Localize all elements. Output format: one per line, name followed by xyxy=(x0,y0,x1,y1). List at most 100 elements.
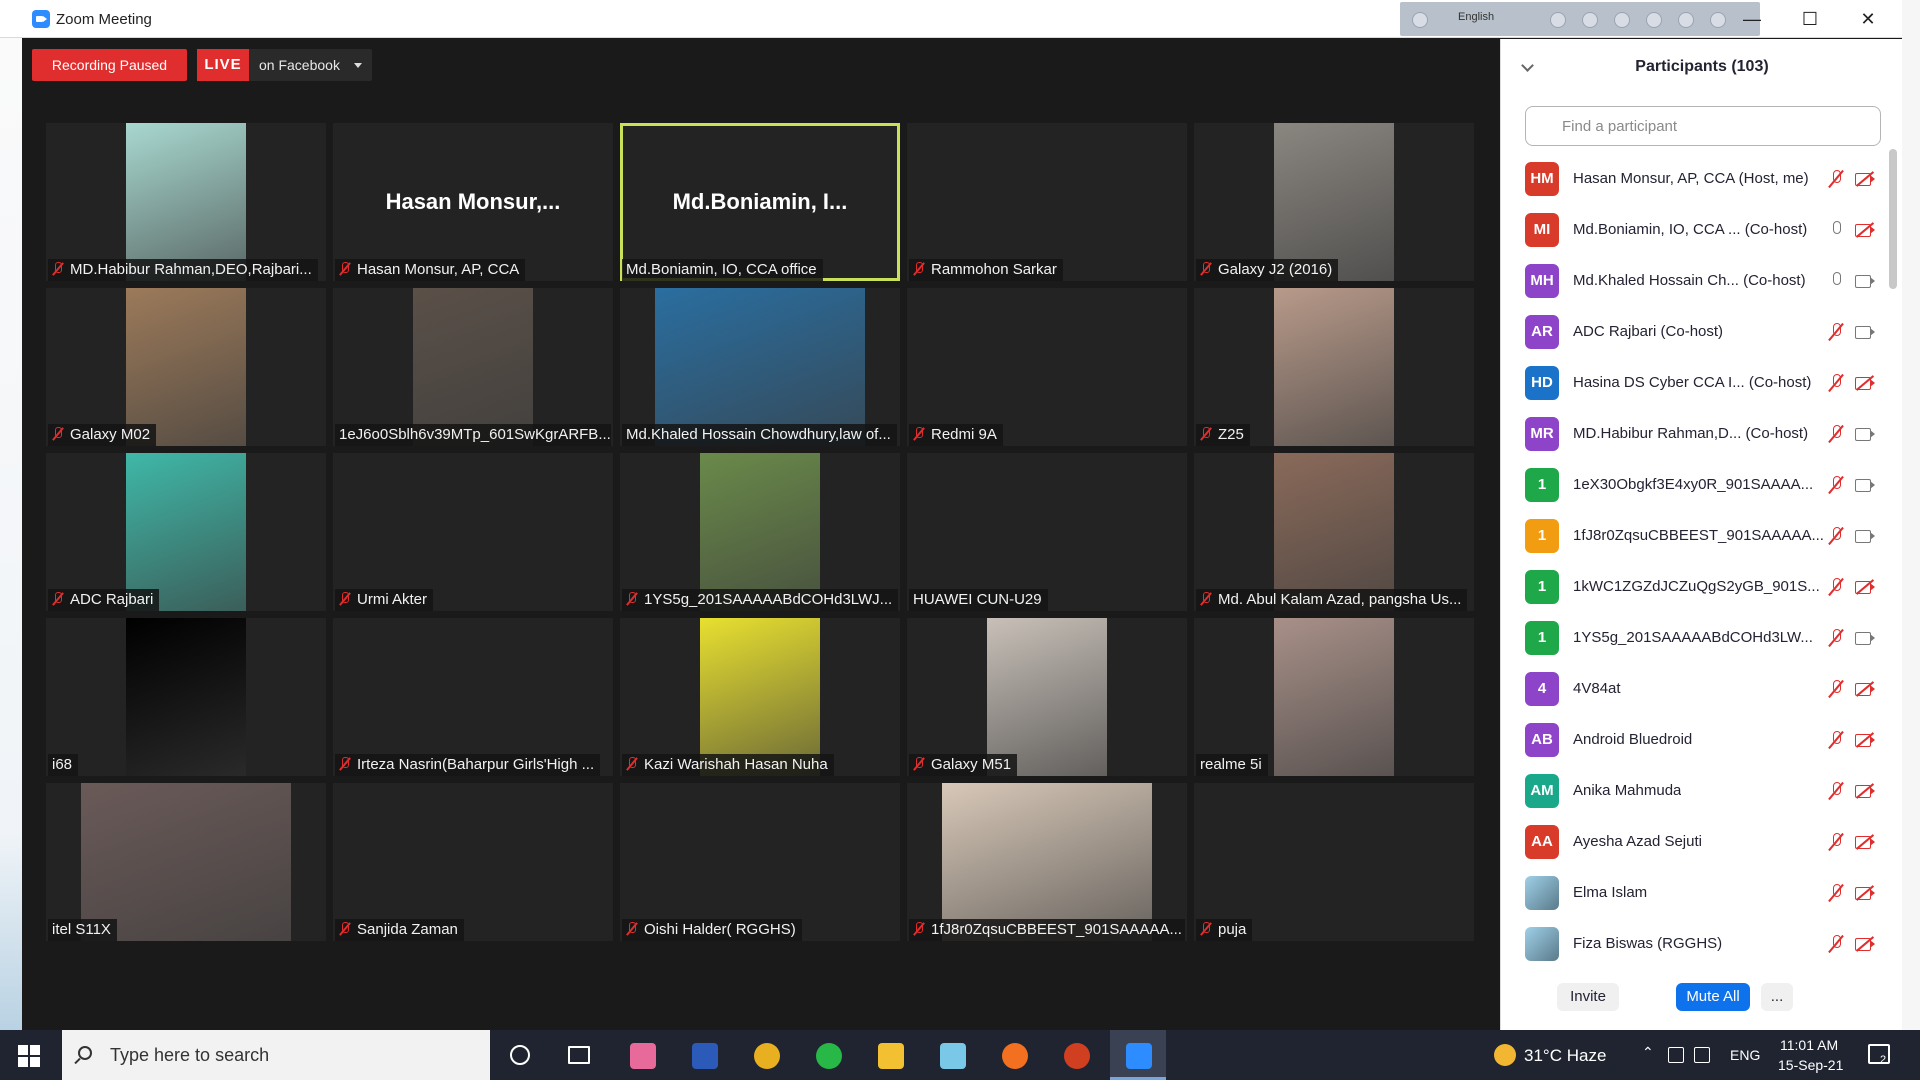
participant-row[interactable]: HM Hasan Monsur, AP, CCA (Host, me) xyxy=(1501,153,1881,204)
ime-toolbar[interactable]: English xyxy=(1400,2,1760,36)
video-tile[interactable]: Galaxy J2 (2016) xyxy=(1194,123,1474,281)
participant-row[interactable]: AA Ayesha Azad Sejuti xyxy=(1501,816,1881,867)
whatsapp-icon[interactable] xyxy=(816,1043,842,1069)
video-camera-icon[interactable] xyxy=(1855,477,1877,493)
video-tile[interactable]: Hasan Monsur,... Hasan Monsur, AP, CCA xyxy=(333,123,613,281)
video-camera-icon[interactable] xyxy=(1855,630,1877,646)
microphone-icon[interactable] xyxy=(1829,220,1843,240)
ime-logo-icon[interactable] xyxy=(1412,12,1428,28)
microphone-muted-icon[interactable] xyxy=(1829,781,1843,801)
microphone-muted-icon[interactable] xyxy=(1829,526,1843,546)
participant-row[interactable]: AR ADC Rajbari (Co-host) xyxy=(1501,306,1881,357)
taskbar-search-box[interactable]: Type here to search xyxy=(62,1030,490,1080)
video-camera-off-icon[interactable] xyxy=(1855,783,1877,799)
ime-cloud-icon[interactable] xyxy=(1550,12,1566,28)
invite-button[interactable]: Invite xyxy=(1557,983,1619,1011)
video-tile[interactable]: Md.Khaled Hossain Chowdhury,law of... xyxy=(620,288,900,446)
participant-row[interactable]: 4 4V84at xyxy=(1501,663,1881,714)
ime-pen-icon[interactable] xyxy=(1582,12,1598,28)
input-language[interactable]: ENG xyxy=(1730,1047,1760,1063)
microphone-muted-icon[interactable] xyxy=(1829,475,1843,495)
video-tile[interactable]: HUAWEI CUN-U29 xyxy=(907,453,1187,611)
video-camera-off-icon[interactable] xyxy=(1855,375,1877,391)
video-tile[interactable]: Galaxy M51 xyxy=(907,618,1187,776)
microphone-muted-icon[interactable] xyxy=(1829,934,1843,954)
video-tile[interactable]: MD.Habibur Rahman,DEO,Rajbari... xyxy=(46,123,326,281)
video-tile[interactable]: ADC Rajbari xyxy=(46,453,326,611)
participant-row[interactable]: MI Md.Boniamin, IO, CCA ... (Co-host) xyxy=(1501,204,1881,255)
video-camera-off-icon[interactable] xyxy=(1855,579,1877,595)
video-tile[interactable]: Irteza Nasrin(Baharpur Girls'High ... xyxy=(333,618,613,776)
clock-date[interactable]: 15-Sep-21 xyxy=(1778,1057,1843,1073)
chrome-icon[interactable] xyxy=(754,1043,780,1069)
recording-paused-badge[interactable]: Recording Paused xyxy=(32,49,187,81)
video-camera-icon[interactable] xyxy=(1855,426,1877,442)
video-tile[interactable]: itel S11X xyxy=(46,783,326,941)
video-tile[interactable]: i68 xyxy=(46,618,326,776)
participant-list-scrollbar[interactable] xyxy=(1889,149,1897,289)
video-tile[interactable]: Md. Abul Kalam Azad, pangsha Us... xyxy=(1194,453,1474,611)
microphone-muted-icon[interactable] xyxy=(1829,322,1843,342)
participant-row[interactable]: HD Hasina DS Cyber CCA I... (Co-host) xyxy=(1501,357,1881,408)
participant-row[interactable]: MH Md.Khaled Hossain Ch... (Co-host) xyxy=(1501,255,1881,306)
windows-start-icon[interactable] xyxy=(18,1045,40,1067)
notification-center-icon[interactable]: 2 xyxy=(1868,1044,1890,1066)
microphone-muted-icon[interactable] xyxy=(1829,832,1843,852)
microphone-muted-icon[interactable] xyxy=(1829,730,1843,750)
video-tile[interactable]: Galaxy M02 xyxy=(46,288,326,446)
more-options-button[interactable]: ... xyxy=(1761,983,1793,1011)
paint-icon[interactable] xyxy=(630,1043,656,1069)
ime-help-icon[interactable] xyxy=(1678,12,1694,28)
video-camera-off-icon[interactable] xyxy=(1855,834,1877,850)
video-tile[interactable]: 1eJ6o0Sblh6v39MTp_601SwKgrARFB... xyxy=(333,288,613,446)
microphone-muted-icon[interactable] xyxy=(1829,577,1843,597)
ime-browser-icon[interactable] xyxy=(1646,12,1662,28)
zoom-icon[interactable] xyxy=(1126,1043,1152,1069)
video-tile[interactable]: realme 5i xyxy=(1194,618,1474,776)
volume-icon[interactable] xyxy=(1694,1047,1710,1063)
video-camera-off-icon[interactable] xyxy=(1855,171,1877,187)
video-camera-off-icon[interactable] xyxy=(1855,681,1877,697)
video-camera-off-icon[interactable] xyxy=(1855,936,1877,952)
clock-time[interactable]: 11:01 AM xyxy=(1780,1037,1838,1053)
video-tile[interactable]: 1YS5g_201SAAAAABdCOHd3LWJ... xyxy=(620,453,900,611)
microphone-muted-icon[interactable] xyxy=(1829,373,1843,393)
cortana-icon[interactable] xyxy=(510,1045,530,1065)
microphone-muted-icon[interactable] xyxy=(1829,169,1843,189)
video-tile[interactable]: Redmi 9A xyxy=(907,288,1187,446)
video-camera-off-icon[interactable] xyxy=(1855,885,1877,901)
video-camera-off-icon[interactable] xyxy=(1855,732,1877,748)
minimize-button[interactable]: — xyxy=(1732,6,1772,32)
tray-chevron-up-icon[interactable]: ⌃ xyxy=(1642,1044,1654,1061)
ime-settings-icon[interactable] xyxy=(1614,12,1630,28)
powerpoint-icon[interactable] xyxy=(1064,1043,1090,1069)
video-camera-icon[interactable] xyxy=(1855,324,1877,340)
participant-row[interactable]: AM Anika Mahmuda xyxy=(1501,765,1881,816)
weather-text[interactable]: 31°C Haze xyxy=(1524,1046,1606,1066)
video-camera-icon[interactable] xyxy=(1855,528,1877,544)
video-tile[interactable]: Z25 xyxy=(1194,288,1474,446)
participant-row[interactable]: 1 1fJ8r0ZqsuCBBEEST_901SAAAAA... xyxy=(1501,510,1881,561)
microphone-muted-icon[interactable] xyxy=(1829,424,1843,444)
weather-sun-icon[interactable] xyxy=(1494,1044,1516,1066)
word-icon[interactable] xyxy=(692,1043,718,1069)
close-button[interactable]: ✕ xyxy=(1848,6,1888,32)
maximize-button[interactable]: ☐ xyxy=(1790,6,1830,32)
video-tile[interactable]: Md.Boniamin, I... Md.Boniamin, IO, CCA of… xyxy=(620,123,900,281)
video-camera-icon[interactable] xyxy=(1855,273,1877,289)
video-tile[interactable]: Oishi Halder( RGGHS) xyxy=(620,783,900,941)
microphone-icon[interactable] xyxy=(1829,271,1843,291)
participant-row[interactable]: Elma Islam xyxy=(1501,867,1881,918)
participant-row[interactable]: 1 1kWC1ZGZdJCZuQgS2yGB_901S... xyxy=(1501,561,1881,612)
video-tile[interactable]: Sanjida Zaman xyxy=(333,783,613,941)
video-tile[interactable]: Kazi Warishah Hasan Nuha xyxy=(620,618,900,776)
find-participant-input[interactable] xyxy=(1525,106,1881,146)
ime-language[interactable]: English xyxy=(1458,11,1494,23)
video-tile[interactable]: 1fJ8r0ZqsuCBBEEST_901SAAAAA... xyxy=(907,783,1187,941)
mute-all-button[interactable]: Mute All xyxy=(1676,983,1750,1011)
participant-row[interactable]: MR MD.Habibur Rahman,D... (Co-host) xyxy=(1501,408,1881,459)
video-tile[interactable]: Rammohon Sarkar xyxy=(907,123,1187,281)
participant-row[interactable]: AB Android Bluedroid xyxy=(1501,714,1881,765)
participant-row[interactable]: Fiza Biswas (RGGHS) xyxy=(1501,918,1881,969)
participant-row[interactable]: 1 1eX30Obgkf3E4xy0R_901SAAAA... xyxy=(1501,459,1881,510)
